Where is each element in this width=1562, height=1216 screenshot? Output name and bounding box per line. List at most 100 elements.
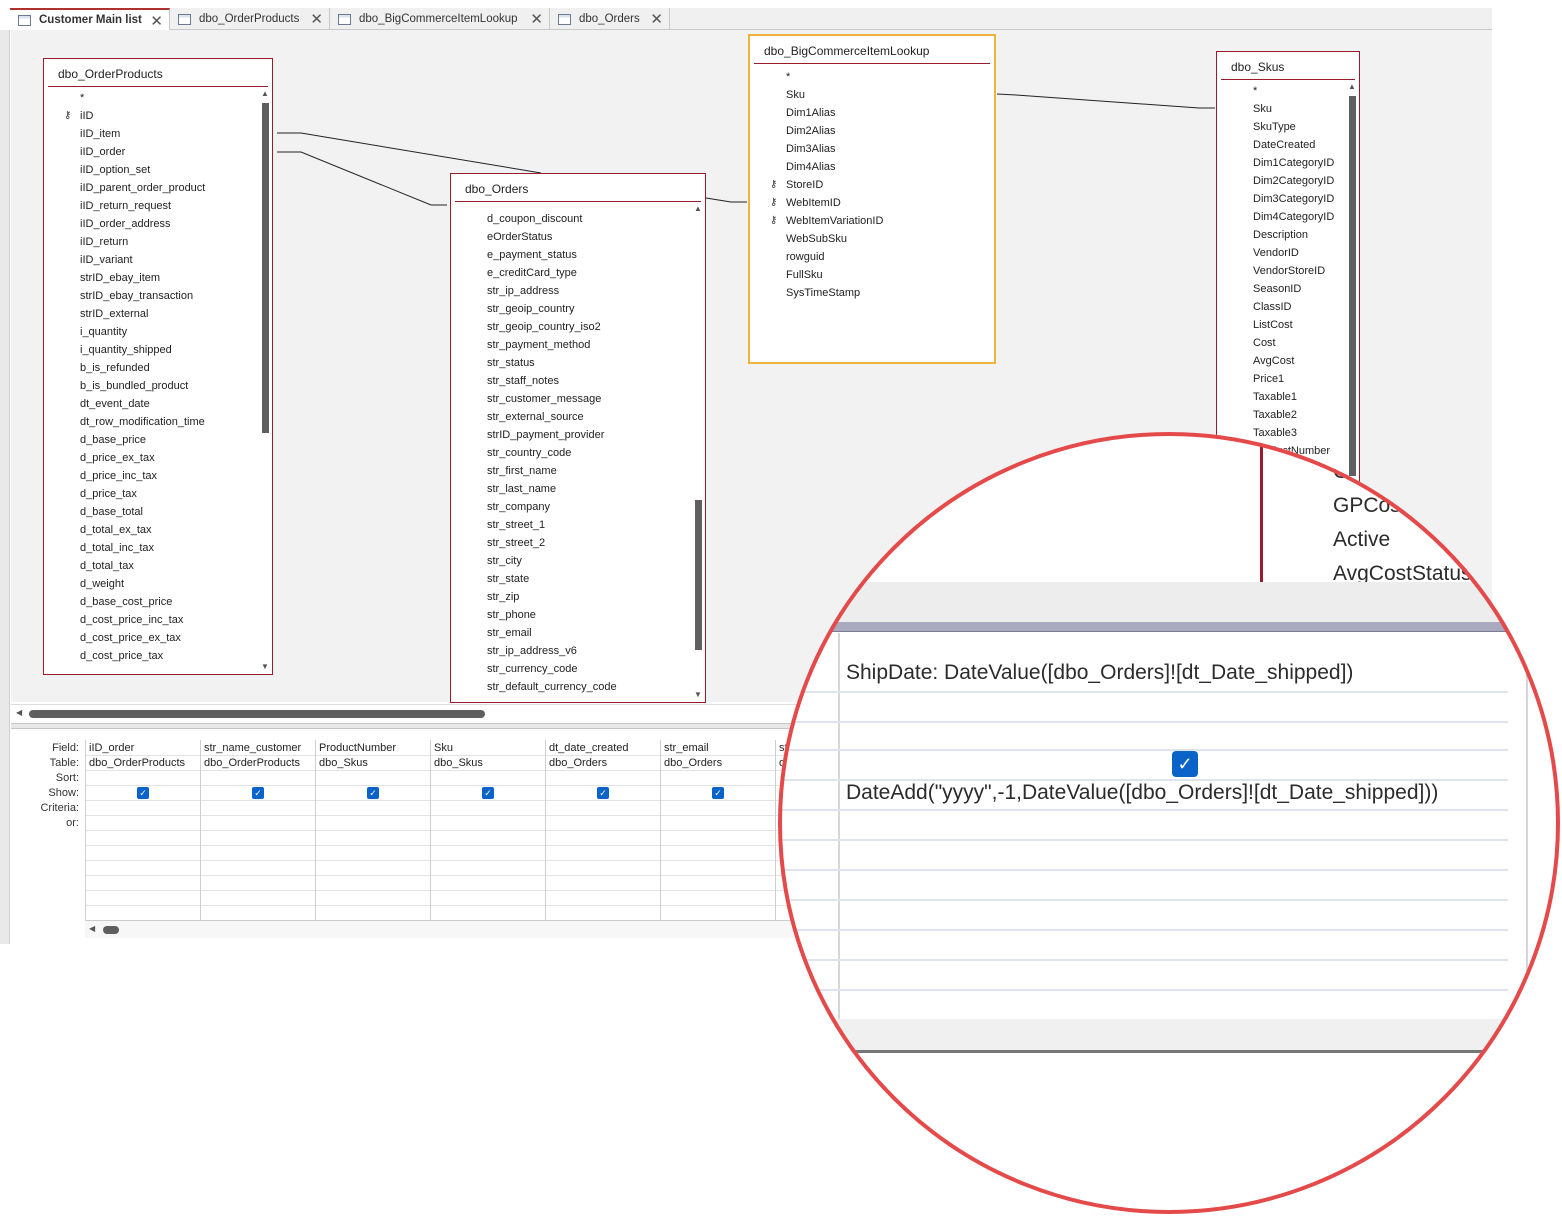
table-cell[interactable]: dbo_OrderProducts [204, 757, 300, 769]
field-item[interactable]: iID_return [44, 233, 258, 251]
field-item[interactable]: VendorID [1217, 244, 1345, 262]
field-item[interactable]: str_email [451, 624, 691, 642]
field-item[interactable]: str_state [451, 570, 691, 588]
field-list[interactable]: * Sku Dim1Alias Dim2Alias Dim3Alias Dim4Alias… [750, 66, 980, 362]
close-icon[interactable]: ✕ [530, 10, 543, 28]
field-item[interactable]: VendorStoreID [1217, 262, 1345, 280]
tab-dbo-bigcommerceitemlookup[interactable]: dbo_BigCommerceItemLookup ✕ [330, 8, 550, 30]
scroll-down-icon[interactable]: ▼ [260, 662, 270, 672]
field-item[interactable]: iID_return_request [44, 197, 258, 215]
field-item[interactable]: Taxable2 [1217, 406, 1345, 424]
field-item[interactable]: WebSubSku [750, 230, 980, 248]
field-item[interactable]: d_price_tax [44, 485, 258, 503]
field-item[interactable]: str_last_name [451, 480, 691, 498]
scroll-up-icon[interactable]: ▲ [693, 204, 703, 214]
field-item[interactable]: Sku [750, 86, 980, 104]
field-list[interactable]: * Sku SkuType DateCreated Dim1CategoryID Dim2… [1217, 82, 1345, 490]
field-item[interactable]: ⚷ iID [44, 107, 258, 125]
table-dbo-orders[interactable]: dbo_Orders d_coupon_discount eOrderStatus… [450, 173, 706, 703]
grid-column[interactable]: Sku dbo_Skus ✓ [430, 740, 545, 920]
field-item[interactable]: d_weight [44, 575, 258, 593]
field-item[interactable]: d_base_price [44, 431, 258, 449]
field-item[interactable]: Taxable1 [1217, 388, 1345, 406]
field-item[interactable]: str_payment_method [451, 336, 691, 354]
scroll-down-icon[interactable]: ▼ [693, 690, 703, 700]
field-item[interactable]: d_total_ex_tax [44, 521, 258, 539]
field-item[interactable]: AvgCost [1217, 352, 1345, 370]
field-item[interactable]: d_coupon_discount [451, 210, 691, 228]
field-item[interactable]: eOrderStatus [451, 228, 691, 246]
table-cell[interactable]: dbo_OrderProducts [89, 757, 185, 769]
grid-column[interactable]: str_name_customer dbo_OrderProducts ✓ [200, 740, 315, 920]
field-item[interactable]: str_zip [451, 588, 691, 606]
field-item[interactable]: str_first_name [451, 462, 691, 480]
field-item[interactable]: e_creditCard_type [451, 264, 691, 282]
field-item[interactable]: d_price_inc_tax [44, 467, 258, 485]
table-cell[interactable]: dbo_Skus [434, 757, 483, 769]
scroll-up-icon[interactable]: ▲ [1347, 82, 1357, 92]
field-item[interactable]: * [750, 68, 980, 86]
field-item[interactable]: str_external_source [451, 408, 691, 426]
field-item[interactable]: Cost [1217, 334, 1345, 352]
table-cell[interactable]: dbo_Orders [549, 757, 607, 769]
field-item[interactable]: Dim4CategoryID [1217, 208, 1345, 226]
field-item[interactable]: ClassID [1217, 298, 1345, 316]
navigation-pane-edge[interactable] [0, 30, 10, 944]
field-item[interactable]: strID_external [44, 305, 258, 323]
vertical-scrollbar[interactable]: ▲ ▼ [693, 204, 703, 700]
field-item[interactable]: Price1 [1217, 370, 1345, 388]
field-item[interactable]: str_ip_address [451, 282, 691, 300]
show-checkbox[interactable]: ✓ [367, 787, 379, 799]
field-list[interactable]: * ⚷ iID iID_item iID_order iID_option_set iID_… [44, 89, 258, 674]
table-title[interactable]: dbo_Orders [455, 174, 701, 202]
field-item[interactable]: strID_ebay_transaction [44, 287, 258, 305]
field-item[interactable]: strID_payment_provider [451, 426, 691, 444]
field-item[interactable]: str_country_code [451, 444, 691, 462]
show-checkbox[interactable]: ✓ [482, 787, 494, 799]
field-item[interactable]: str_city [451, 552, 691, 570]
field-item[interactable]: d_base_cost_price [44, 593, 258, 611]
field-item[interactable]: Dim4Alias [750, 158, 980, 176]
close-icon[interactable]: ✕ [650, 10, 663, 28]
table-title[interactable]: dbo_Skus [1221, 52, 1355, 80]
field-item[interactable]: iID_option_set [44, 161, 258, 179]
field-item[interactable]: ⚷ StoreID [750, 176, 980, 194]
table-dbo-bigcommerceitemlookup[interactable]: dbo_BigCommerceItemLookup * Sku Dim1Alias D… [748, 34, 996, 364]
scroll-up-icon[interactable]: ▲ [260, 89, 270, 99]
field-item[interactable]: SysTimeStamp [750, 284, 980, 302]
table-cell[interactable]: dbo_Orders [664, 757, 722, 769]
field-item[interactable]: iID_item [44, 125, 258, 143]
field-item[interactable]: str_currency_code [451, 660, 691, 678]
field-item[interactable]: Description [1217, 226, 1345, 244]
field-item[interactable]: dt_event_date [44, 395, 258, 413]
field-item[interactable]: Dim3Alias [750, 140, 980, 158]
field-item[interactable]: * [44, 89, 258, 107]
vertical-scrollbar[interactable]: ▲ ▼ [260, 89, 270, 672]
field-item[interactable]: i_quantity [44, 323, 258, 341]
field-item[interactable]: strID_ebay_item [44, 269, 258, 287]
tab-dbo-orderproducts[interactable]: dbo_OrderProducts ✕ [170, 8, 330, 30]
field-item[interactable]: d_cost_price_ex_tax [44, 629, 258, 647]
field-item[interactable]: str_street_1 [451, 516, 691, 534]
field-item[interactable]: e_payment_status [451, 246, 691, 264]
field-item[interactable]: rowguid [750, 248, 980, 266]
field-item[interactable]: Sku [1217, 100, 1345, 118]
scroll-thumb[interactable] [103, 926, 119, 934]
close-icon[interactable]: ✕ [150, 12, 163, 30]
grid-column[interactable]: ProductNumber dbo_Skus ✓ [315, 740, 430, 920]
show-checkbox[interactable]: ✓ [137, 787, 149, 799]
table-title[interactable]: dbo_BigCommerceItemLookup [754, 36, 990, 64]
field-item[interactable]: str_geoip_country [451, 300, 691, 318]
field-item[interactable]: d_total_inc_tax [44, 539, 258, 557]
show-checkbox[interactable]: ✓ [252, 787, 264, 799]
table-dbo-skus[interactable]: dbo_Skus * Sku SkuType DateCreated Dim1Categ… [1216, 51, 1360, 491]
show-checkbox[interactable]: ✓ [597, 787, 609, 799]
grid-column[interactable]: str_email dbo_Orders ✓ [660, 740, 775, 920]
field-item[interactable]: SkuType [1217, 118, 1345, 136]
field-item[interactable]: ListCost [1217, 316, 1345, 334]
table-dbo-orderproducts[interactable]: dbo_OrderProducts * ⚷ iID iID_item iID_order… [43, 58, 273, 675]
grid-column[interactable]: dt_date_created dbo_Orders ✓ [545, 740, 660, 920]
vertical-scrollbar[interactable]: ▲ [1347, 82, 1357, 488]
scroll-thumb[interactable] [1349, 96, 1356, 476]
field-item[interactable]: FullSku [750, 266, 980, 284]
